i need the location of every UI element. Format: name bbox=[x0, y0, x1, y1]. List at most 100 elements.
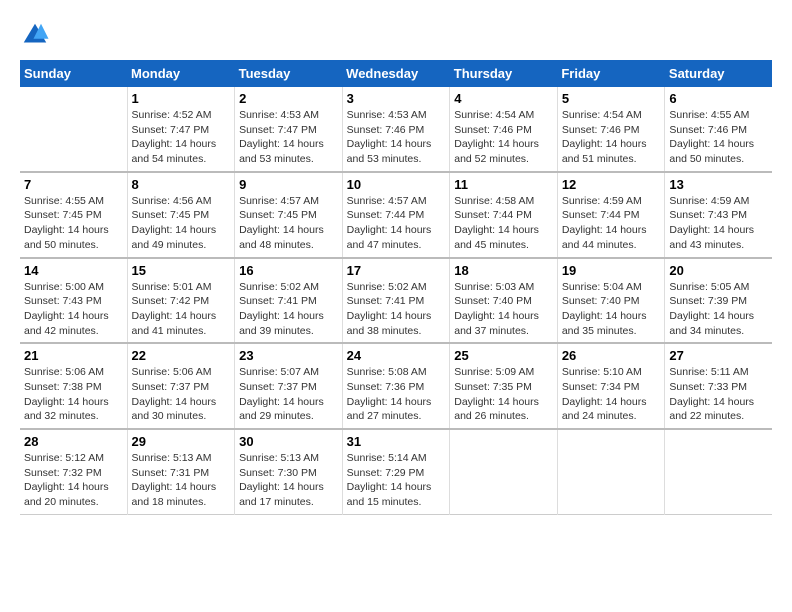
calendar-cell: 20 Sunrise: 5:05 AM Sunset: 7:39 PM Dayli… bbox=[665, 258, 772, 344]
day-info: Sunrise: 4:57 AM Sunset: 7:45 PM Dayligh… bbox=[239, 194, 338, 253]
day-number: 30 bbox=[239, 434, 338, 449]
day-info: Sunrise: 5:07 AM Sunset: 7:37 PM Dayligh… bbox=[239, 365, 338, 424]
day-number: 29 bbox=[132, 434, 231, 449]
calendar-cell: 28 Sunrise: 5:12 AM Sunset: 7:32 PM Dayli… bbox=[20, 429, 127, 514]
day-number: 5 bbox=[562, 91, 661, 106]
calendar-cell bbox=[20, 87, 127, 172]
day-info: Sunrise: 4:59 AM Sunset: 7:43 PM Dayligh… bbox=[669, 194, 768, 253]
day-of-week-header: Monday bbox=[127, 60, 235, 87]
calendar-cell: 26 Sunrise: 5:10 AM Sunset: 7:34 PM Dayli… bbox=[557, 343, 665, 429]
calendar-body: 1Sunrise: 4:52 AM Sunset: 7:47 PM Daylig… bbox=[20, 87, 772, 514]
day-info: Sunrise: 4:58 AM Sunset: 7:44 PM Dayligh… bbox=[454, 194, 553, 253]
calendar-cell: 30 Sunrise: 5:13 AM Sunset: 7:30 PM Dayli… bbox=[235, 429, 343, 514]
day-number: 6 bbox=[669, 91, 768, 106]
day-of-week-header: Wednesday bbox=[342, 60, 450, 87]
day-info: Sunrise: 5:14 AM Sunset: 7:29 PM Dayligh… bbox=[347, 451, 446, 510]
calendar-cell: 11Sunrise: 4:58 AM Sunset: 7:44 PM Dayli… bbox=[450, 172, 558, 258]
calendar-cell: 6 Sunrise: 4:55 AM Sunset: 7:46 PM Daylig… bbox=[665, 87, 772, 172]
calendar-week-row: 7 Sunrise: 4:55 AM Sunset: 7:45 PM Daylig… bbox=[20, 172, 772, 258]
calendar-header-row: SundayMondayTuesdayWednesdayThursdayFrid… bbox=[20, 60, 772, 87]
calendar-cell: 17 Sunrise: 5:02 AM Sunset: 7:41 PM Dayli… bbox=[342, 258, 450, 344]
day-of-week-header: Saturday bbox=[665, 60, 772, 87]
day-number: 27 bbox=[669, 348, 768, 363]
calendar-cell: 13Sunrise: 4:59 AM Sunset: 7:43 PM Dayli… bbox=[665, 172, 772, 258]
calendar-cell: 23 Sunrise: 5:07 AM Sunset: 7:37 PM Dayli… bbox=[235, 343, 343, 429]
day-info: Sunrise: 4:53 AM Sunset: 7:46 PM Dayligh… bbox=[347, 108, 446, 167]
day-number: 17 bbox=[347, 263, 446, 278]
calendar-cell: 24 Sunrise: 5:08 AM Sunset: 7:36 PM Dayli… bbox=[342, 343, 450, 429]
calendar-cell bbox=[557, 429, 665, 514]
day-of-week-header: Thursday bbox=[450, 60, 558, 87]
calendar-cell: 7 Sunrise: 4:55 AM Sunset: 7:45 PM Daylig… bbox=[20, 172, 127, 258]
day-info: Sunrise: 4:54 AM Sunset: 7:46 PM Dayligh… bbox=[454, 108, 553, 167]
calendar-cell: 2 Sunrise: 4:53 AM Sunset: 7:47 PM Daylig… bbox=[235, 87, 343, 172]
page-header bbox=[20, 20, 772, 50]
day-info: Sunrise: 4:53 AM Sunset: 7:47 PM Dayligh… bbox=[239, 108, 338, 167]
calendar-cell: 25 Sunrise: 5:09 AM Sunset: 7:35 PM Dayli… bbox=[450, 343, 558, 429]
day-info: Sunrise: 5:13 AM Sunset: 7:31 PM Dayligh… bbox=[132, 451, 231, 510]
day-number: 18 bbox=[454, 263, 553, 278]
day-info: Sunrise: 5:09 AM Sunset: 7:35 PM Dayligh… bbox=[454, 365, 553, 424]
calendar-cell: 10 Sunrise: 4:57 AM Sunset: 7:44 PM Dayli… bbox=[342, 172, 450, 258]
day-info: Sunrise: 4:55 AM Sunset: 7:46 PM Dayligh… bbox=[669, 108, 768, 167]
day-info: Sunrise: 5:04 AM Sunset: 7:40 PM Dayligh… bbox=[562, 280, 661, 339]
day-number: 7 bbox=[24, 177, 123, 192]
calendar-cell: 14 Sunrise: 5:00 AM Sunset: 7:43 PM Dayli… bbox=[20, 258, 127, 344]
day-number: 3 bbox=[347, 91, 446, 106]
day-number: 25 bbox=[454, 348, 553, 363]
calendar-cell bbox=[450, 429, 558, 514]
day-info: Sunrise: 5:06 AM Sunset: 7:37 PM Dayligh… bbox=[132, 365, 231, 424]
calendar-cell bbox=[665, 429, 772, 514]
calendar-cell: 12Sunrise: 4:59 AM Sunset: 7:44 PM Dayli… bbox=[557, 172, 665, 258]
day-number: 14 bbox=[24, 263, 123, 278]
day-info: Sunrise: 5:13 AM Sunset: 7:30 PM Dayligh… bbox=[239, 451, 338, 510]
day-info: Sunrise: 4:55 AM Sunset: 7:45 PM Dayligh… bbox=[24, 194, 123, 253]
day-info: Sunrise: 4:54 AM Sunset: 7:46 PM Dayligh… bbox=[562, 108, 661, 167]
calendar-week-row: 28 Sunrise: 5:12 AM Sunset: 7:32 PM Dayli… bbox=[20, 429, 772, 514]
day-info: Sunrise: 5:10 AM Sunset: 7:34 PM Dayligh… bbox=[562, 365, 661, 424]
day-info: Sunrise: 4:57 AM Sunset: 7:44 PM Dayligh… bbox=[347, 194, 446, 253]
calendar-cell: 31 Sunrise: 5:14 AM Sunset: 7:29 PM Dayli… bbox=[342, 429, 450, 514]
calendar-cell: 4 Sunrise: 4:54 AM Sunset: 7:46 PM Daylig… bbox=[450, 87, 558, 172]
day-info: Sunrise: 5:02 AM Sunset: 7:41 PM Dayligh… bbox=[347, 280, 446, 339]
day-number: 23 bbox=[239, 348, 338, 363]
day-number: 8 bbox=[132, 177, 231, 192]
day-number: 26 bbox=[562, 348, 661, 363]
day-number: 31 bbox=[347, 434, 446, 449]
day-number: 2 bbox=[239, 91, 338, 106]
calendar-week-row: 14 Sunrise: 5:00 AM Sunset: 7:43 PM Dayli… bbox=[20, 258, 772, 344]
day-number: 21 bbox=[24, 348, 123, 363]
day-number: 12 bbox=[562, 177, 661, 192]
calendar-cell: 21Sunrise: 5:06 AM Sunset: 7:38 PM Dayli… bbox=[20, 343, 127, 429]
day-info: Sunrise: 4:52 AM Sunset: 7:47 PM Dayligh… bbox=[132, 108, 231, 167]
day-of-week-header: Tuesday bbox=[235, 60, 343, 87]
logo-icon bbox=[20, 20, 50, 50]
day-of-week-header: Sunday bbox=[20, 60, 127, 87]
day-number: 28 bbox=[24, 434, 123, 449]
calendar-cell: 29 Sunrise: 5:13 AM Sunset: 7:31 PM Dayli… bbox=[127, 429, 235, 514]
calendar-week-row: 1Sunrise: 4:52 AM Sunset: 7:47 PM Daylig… bbox=[20, 87, 772, 172]
calendar-cell: 8 Sunrise: 4:56 AM Sunset: 7:45 PM Daylig… bbox=[127, 172, 235, 258]
day-number: 22 bbox=[132, 348, 231, 363]
day-info: Sunrise: 4:56 AM Sunset: 7:45 PM Dayligh… bbox=[132, 194, 231, 253]
day-number: 4 bbox=[454, 91, 553, 106]
day-number: 10 bbox=[347, 177, 446, 192]
day-info: Sunrise: 5:05 AM Sunset: 7:39 PM Dayligh… bbox=[669, 280, 768, 339]
day-info: Sunrise: 5:12 AM Sunset: 7:32 PM Dayligh… bbox=[24, 451, 123, 510]
day-info: Sunrise: 5:11 AM Sunset: 7:33 PM Dayligh… bbox=[669, 365, 768, 424]
calendar-cell: 3 Sunrise: 4:53 AM Sunset: 7:46 PM Daylig… bbox=[342, 87, 450, 172]
calendar-cell: 19 Sunrise: 5:04 AM Sunset: 7:40 PM Dayli… bbox=[557, 258, 665, 344]
day-info: Sunrise: 5:00 AM Sunset: 7:43 PM Dayligh… bbox=[24, 280, 123, 339]
day-of-week-header: Friday bbox=[557, 60, 665, 87]
day-info: Sunrise: 5:08 AM Sunset: 7:36 PM Dayligh… bbox=[347, 365, 446, 424]
day-number: 20 bbox=[669, 263, 768, 278]
day-number: 15 bbox=[132, 263, 231, 278]
day-number: 19 bbox=[562, 263, 661, 278]
day-info: Sunrise: 5:03 AM Sunset: 7:40 PM Dayligh… bbox=[454, 280, 553, 339]
calendar-cell: 16Sunrise: 5:02 AM Sunset: 7:41 PM Dayli… bbox=[235, 258, 343, 344]
calendar-cell: 15Sunrise: 5:01 AM Sunset: 7:42 PM Dayli… bbox=[127, 258, 235, 344]
day-number: 16 bbox=[239, 263, 338, 278]
calendar-cell: 9Sunrise: 4:57 AM Sunset: 7:45 PM Daylig… bbox=[235, 172, 343, 258]
logo bbox=[20, 20, 54, 50]
day-number: 24 bbox=[347, 348, 446, 363]
